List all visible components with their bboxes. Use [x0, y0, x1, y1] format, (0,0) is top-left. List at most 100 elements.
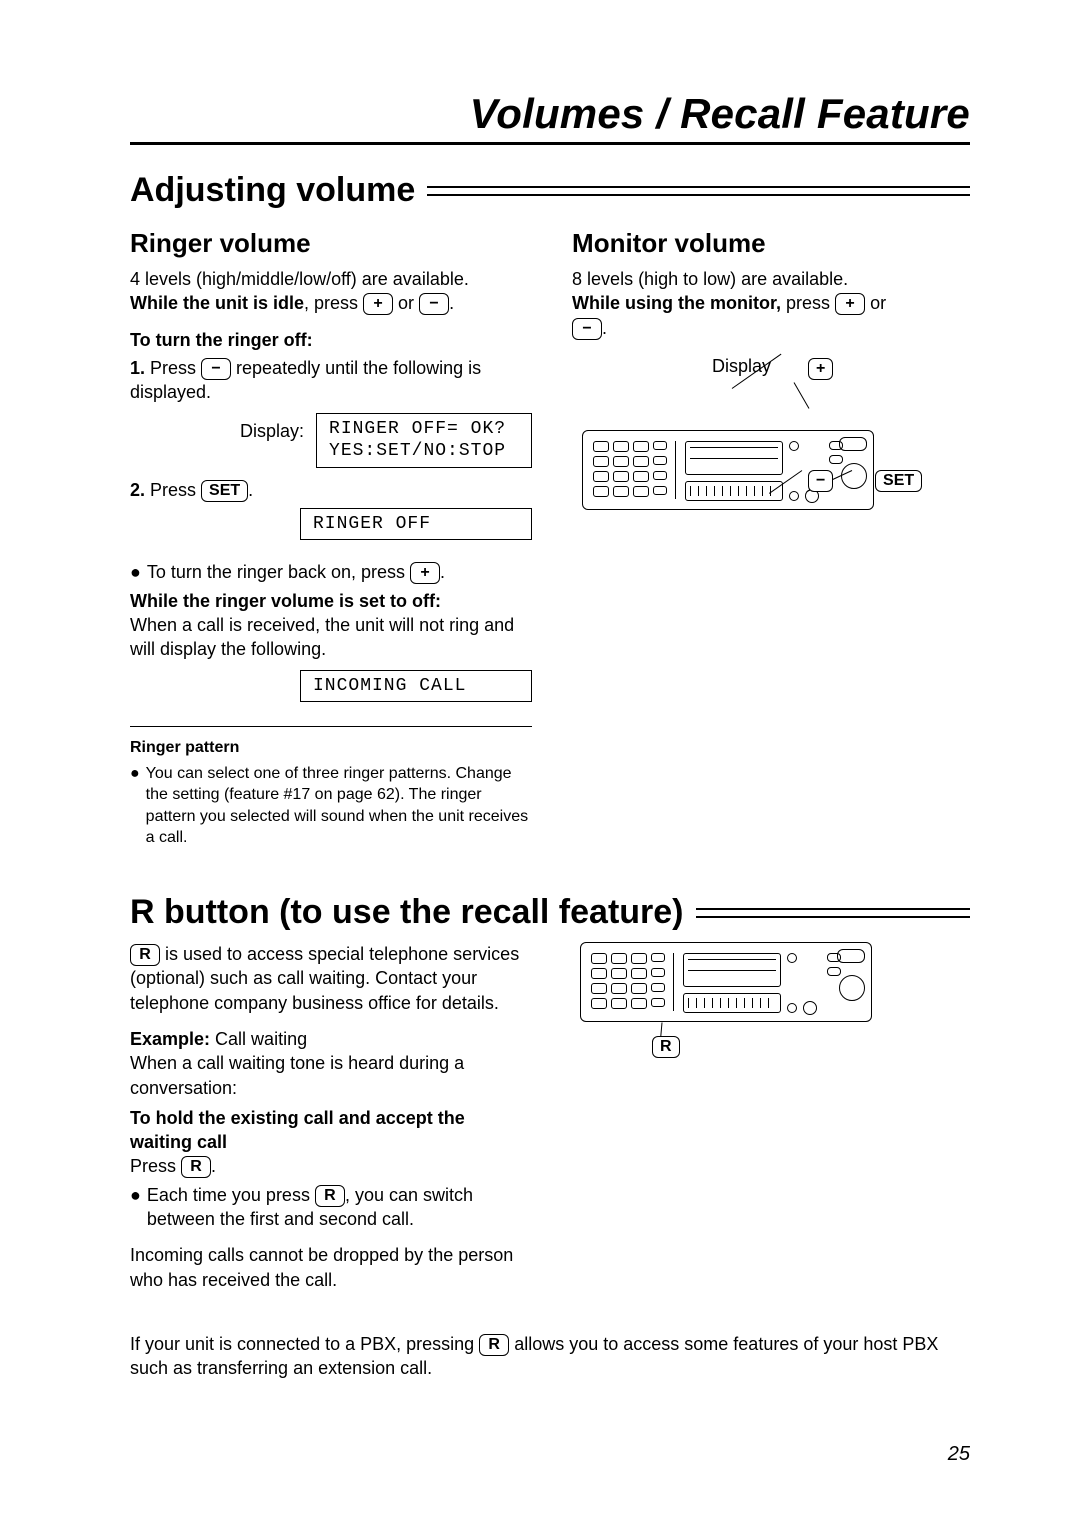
set-off-body: When a call is received, the unit will n… [130, 613, 532, 662]
section-heading: R button (to use the recall feature) [130, 893, 684, 932]
example-name: Call waiting [210, 1029, 307, 1049]
lcd-3: INCOMING CALL [300, 670, 532, 703]
lcd-1: RINGER OFF= OK? YES:SET/NO:STOP [316, 413, 532, 468]
intro-a: is used to access special telephone serv… [130, 944, 519, 1013]
section-r-button: R button (to use the recall feature) [130, 893, 970, 932]
r-key-icon: R [479, 1334, 509, 1356]
step1-num: 1. [130, 358, 145, 378]
device-strip-icon [685, 481, 783, 501]
switch-a: Each time you press [147, 1185, 315, 1205]
step-1: 1. Press − repeatedly until the followin… [130, 356, 532, 405]
pbx-a: If your unit is connected to a PBX, pres… [130, 1334, 479, 1354]
callout-set: SET [875, 470, 922, 492]
r-key-icon: R [130, 944, 160, 966]
callout-r: R [652, 1036, 680, 1058]
using-or: or [865, 293, 886, 313]
adjusting-columns: Ringer volume 4 levels (high/middle/low/… [130, 220, 970, 853]
using-end: . [602, 318, 607, 338]
lcd-1-wrap: Display: RINGER OFF= OK? YES:SET/NO:STOP [240, 413, 532, 468]
recall-figure-column: R [570, 942, 970, 1292]
monitor-using-line: While using the monitor, press + or −. [572, 291, 970, 340]
using-prefix: While using the monitor, [572, 293, 781, 313]
ringer-back-on: ● To turn the ringer back on, press +. [130, 560, 532, 584]
thin-rule [130, 726, 532, 727]
manual-page: Volumes / Recall Feature Adjusting volum… [0, 0, 1080, 1526]
idle-end: . [449, 293, 454, 313]
step1-b: Press [145, 358, 201, 378]
ringer-heading: Ringer volume [130, 226, 532, 261]
section-adjusting-volume: Adjusting volume [130, 171, 970, 210]
ringer-idle-line: While the unit is idle, press + or −. [130, 291, 532, 315]
turn-off-steps: 1. Press − repeatedly until the followin… [130, 356, 532, 405]
device-icon [580, 942, 872, 1022]
minus-key-icon: − [572, 318, 602, 340]
callout-line [794, 382, 810, 408]
plus-key-icon: + [835, 293, 865, 315]
minus-key-icon: − [201, 358, 231, 380]
switch-bullet: ● Each time you press R, you can switch … [130, 1183, 530, 1232]
jog-dial-icon [841, 463, 867, 489]
callout-minus: − [808, 470, 833, 492]
page-title: Volumes / Recall Feature [130, 90, 970, 145]
lcd-2: RINGER OFF [300, 508, 532, 541]
set-off-heading: While the ringer volume is set to off: [130, 589, 532, 613]
keypad-icon [593, 441, 676, 499]
plus-key-icon: + [410, 562, 440, 584]
back-on-text: To turn the ringer back on, press +. [147, 560, 445, 584]
pattern-bullet: ● You can select one of three ringer pat… [130, 763, 532, 849]
bullet-dot-icon: ● [130, 763, 140, 849]
hold-heading: To hold the existing call and accept the… [130, 1106, 530, 1155]
monitor-levels: 8 levels (high to low) are available. [572, 267, 970, 291]
using-mid: press [781, 293, 835, 313]
recall-figure: R [570, 942, 970, 1102]
pattern-body: You can select one of three ringer patte… [146, 763, 532, 849]
ringer-column: Ringer volume 4 levels (high/middle/low/… [130, 220, 532, 853]
set-key-icon: SET [201, 480, 248, 502]
bullet-dot-icon: ● [130, 1183, 141, 1232]
switch-text: Each time you press R, you can switch be… [147, 1183, 530, 1232]
section-heading: Adjusting volume [130, 171, 415, 210]
back-on-a: To turn the ringer back on, press [147, 562, 410, 582]
r-key-icon: R [181, 1156, 211, 1178]
idle-or: or [393, 293, 419, 313]
device-lid-icon [839, 437, 867, 451]
back-on-b: . [440, 562, 445, 582]
step2-b: Press [145, 480, 201, 500]
monitor-column: Monitor volume 8 levels (high to low) ar… [572, 220, 970, 853]
press-prefix: Press [130, 1156, 181, 1176]
turn-off-steps-2: 2. Press SET. [130, 478, 532, 502]
monitor-heading: Monitor volume [572, 226, 970, 261]
nodrop: Incoming calls cannot be dropped by the … [130, 1243, 530, 1292]
press-suffix: . [211, 1156, 216, 1176]
step2-c: . [248, 480, 253, 500]
recall-example: Example: Call waiting [130, 1027, 530, 1051]
lcd-screen-icon [683, 953, 781, 987]
press-r-line: Press R. [130, 1154, 530, 1178]
lcd1-line2: YES:SET/NO:STOP [329, 441, 506, 461]
step-2: 2. Press SET. [130, 478, 532, 502]
section-rule [696, 908, 971, 918]
device-lid-icon [837, 949, 865, 963]
recall-intro: R is used to access special telephone se… [130, 942, 530, 1015]
lcd1-line1: RINGER OFF= OK? [329, 419, 506, 439]
display-label: Display: [240, 413, 304, 443]
pbx-note: If your unit is connected to a PBX, pres… [130, 1332, 970, 1381]
recall-text-column: R is used to access special telephone se… [130, 942, 530, 1292]
idle-prefix: While the unit is idle [130, 293, 304, 313]
idle-mid: , press [304, 293, 363, 313]
bullet-dot-icon: ● [130, 560, 141, 584]
page-number: 25 [948, 1443, 970, 1466]
r-key-icon: R [315, 1185, 345, 1207]
example-label: Example: [130, 1029, 210, 1049]
turn-off-heading: To turn the ringer off: [130, 328, 532, 352]
example-body: When a call waiting tone is heard during… [130, 1051, 530, 1100]
device-strip-icon [683, 993, 781, 1013]
jog-dial-icon [839, 975, 865, 1001]
monitor-figure: Display [572, 340, 970, 560]
lcd-screen-icon [685, 441, 783, 475]
plus-key-icon: + [363, 293, 393, 315]
keypad-icon [591, 953, 674, 1011]
step2-num: 2. [130, 480, 145, 500]
ringer-levels: 4 levels (high/middle/low/off) are avail… [130, 267, 532, 291]
minus-key-icon: − [419, 293, 449, 315]
